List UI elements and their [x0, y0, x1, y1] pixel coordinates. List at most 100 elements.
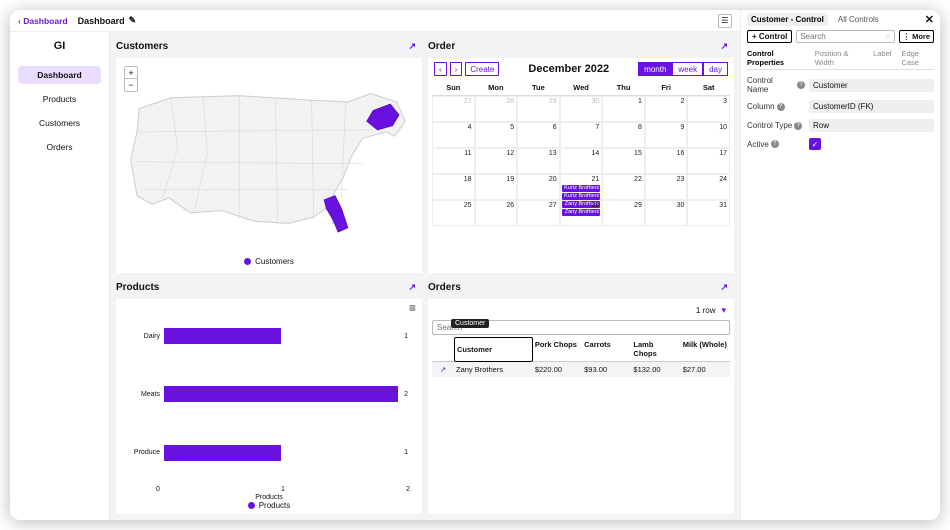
- column-header[interactable]: Pork Chops: [533, 337, 582, 362]
- view-day[interactable]: day: [703, 62, 728, 76]
- sidebar-item-customers[interactable]: Customers: [18, 114, 101, 132]
- calendar-cell[interactable]: 5: [475, 122, 518, 148]
- calendar-cell[interactable]: 30: [645, 200, 688, 226]
- calendar-cell[interactable]: 28: [560, 200, 603, 226]
- prop-control-name-label: Control Name?: [747, 76, 805, 94]
- table-cell: Zany Brothers: [454, 362, 533, 377]
- pencil-icon[interactable]: ✎: [129, 15, 137, 26]
- column-header[interactable]: Carrots: [582, 337, 631, 362]
- calendar-cell[interactable]: 27: [432, 96, 475, 122]
- calendar-cell[interactable]: 8: [602, 122, 645, 148]
- map-legend: Customers: [120, 257, 418, 266]
- table-cell: $27.00: [681, 362, 730, 377]
- calendar-cell[interactable]: 13: [517, 148, 560, 174]
- active-checkbox[interactable]: ✓: [809, 138, 821, 150]
- calendar-cell[interactable]: 12: [475, 148, 518, 174]
- sidebar-item-products[interactable]: Products: [18, 90, 101, 108]
- control-name-field[interactable]: Customer: [809, 79, 934, 92]
- open-row-icon[interactable]: ↗: [432, 362, 454, 377]
- calendar-cell[interactable]: 31: [687, 200, 730, 226]
- calendar-cell[interactable]: 25: [432, 200, 475, 226]
- calendar-cell[interactable]: 24: [687, 174, 730, 200]
- calendar-cell[interactable]: 20: [517, 174, 560, 200]
- control-type-field[interactable]: Row: [809, 119, 934, 132]
- calendar-cell[interactable]: 21Kurtz BrothersKurtz BrothersZany Broth…: [560, 174, 603, 200]
- customers-title: Customers: [116, 41, 168, 52]
- calendar-cell[interactable]: 22: [602, 174, 645, 200]
- dow-header: Wed: [560, 80, 603, 96]
- calendar-cell[interactable]: 11: [432, 148, 475, 174]
- calendar-cell[interactable]: 26: [475, 200, 518, 226]
- tab-customer-control[interactable]: Customer - Control: [747, 13, 828, 26]
- help-icon[interactable]: ?: [777, 103, 785, 111]
- add-control-button[interactable]: + Control: [747, 30, 792, 43]
- column-header[interactable]: Milk (Whole): [681, 337, 730, 362]
- calendar-cell[interactable]: 29: [602, 200, 645, 226]
- calendar-cell[interactable]: 4: [432, 122, 475, 148]
- calendar-cell[interactable]: 3: [687, 96, 730, 122]
- calendar-cell[interactable]: 23: [645, 174, 688, 200]
- panel-toggle-icon[interactable]: ☰: [718, 14, 732, 28]
- column-header[interactable]: [432, 337, 454, 362]
- search-input[interactable]: Customer: [432, 320, 730, 335]
- column-header[interactable]: Customer: [454, 337, 533, 362]
- prop-active-label: Active?: [747, 140, 805, 149]
- help-icon[interactable]: ?: [794, 122, 802, 130]
- calendar-cell[interactable]: 16: [645, 148, 688, 174]
- calendar-cell[interactable]: 30: [560, 96, 603, 122]
- dow-header: Sat: [687, 80, 730, 96]
- view-week[interactable]: week: [672, 62, 703, 76]
- back-link[interactable]: ‹ Dashboard: [18, 16, 68, 26]
- help-icon[interactable]: ?: [771, 140, 779, 148]
- subtab[interactable]: Label: [873, 49, 891, 67]
- table-cell: $132.00: [631, 362, 680, 377]
- subtab[interactable]: Edge Case: [901, 49, 934, 67]
- sidebar-item-dashboard[interactable]: Dashboard: [18, 66, 101, 84]
- calendar-cell[interactable]: 28: [475, 96, 518, 122]
- column-field[interactable]: CustomerID (FK): [809, 100, 934, 113]
- subtab[interactable]: Position & Width: [815, 49, 863, 67]
- calendar-cell[interactable]: 17: [687, 148, 730, 174]
- zoom-out-button[interactable]: −: [125, 79, 137, 91]
- calendar-cell[interactable]: 9: [645, 122, 688, 148]
- expand-icon[interactable]: ↗: [408, 282, 416, 293]
- calendar-cell[interactable]: 1: [602, 96, 645, 122]
- close-icon[interactable]: ✕: [925, 13, 934, 26]
- bar[interactable]: [164, 328, 281, 344]
- next-button[interactable]: ›: [450, 62, 463, 76]
- calendar-event[interactable]: Kurtz Brothers: [562, 185, 601, 192]
- expand-icon[interactable]: ↗: [720, 282, 728, 293]
- more-button[interactable]: ⋮ More: [899, 30, 934, 43]
- expand-icon[interactable]: ↗: [408, 41, 416, 52]
- view-month[interactable]: month: [638, 62, 672, 76]
- calendar-cell[interactable]: 29: [517, 96, 560, 122]
- tab-all-controls[interactable]: All Controls: [834, 13, 883, 26]
- calendar-cell[interactable]: 7: [560, 122, 603, 148]
- create-button[interactable]: Create: [465, 62, 499, 76]
- bar[interactable]: [164, 386, 398, 402]
- inspector-search[interactable]: ⌕: [796, 30, 894, 43]
- filter-icon[interactable]: ▾: [721, 305, 726, 316]
- dow-header: Thu: [602, 80, 645, 96]
- calendar-cell[interactable]: 6: [517, 122, 560, 148]
- calendar-cell[interactable]: 14: [560, 148, 603, 174]
- calendar-cell[interactable]: 19: [475, 174, 518, 200]
- menu-icon[interactable]: ≡: [409, 301, 416, 315]
- subtab[interactable]: Control Properties: [747, 49, 805, 67]
- help-icon[interactable]: ?: [797, 81, 805, 89]
- column-header[interactable]: Lamb Chops: [631, 337, 680, 362]
- calendar-cell[interactable]: 27: [517, 200, 560, 226]
- tooltip: Customer: [451, 319, 489, 328]
- expand-icon[interactable]: ↗: [720, 41, 728, 52]
- calendar-cell[interactable]: 2: [645, 96, 688, 122]
- prev-button[interactable]: ‹: [434, 62, 447, 76]
- calendar-cell[interactable]: 10: [687, 122, 730, 148]
- sidebar-item-orders[interactable]: Orders: [18, 138, 101, 156]
- calendar-cell[interactable]: 15: [602, 148, 645, 174]
- us-map[interactable]: +− Customers: [120, 62, 418, 269]
- calendar-cell[interactable]: 18: [432, 174, 475, 200]
- zoom-in-button[interactable]: +: [125, 67, 137, 79]
- calendar-event[interactable]: Kurtz Brothers: [562, 193, 601, 200]
- bar[interactable]: [164, 445, 281, 461]
- sidebar: GI DashboardProductsCustomersOrders: [10, 32, 110, 520]
